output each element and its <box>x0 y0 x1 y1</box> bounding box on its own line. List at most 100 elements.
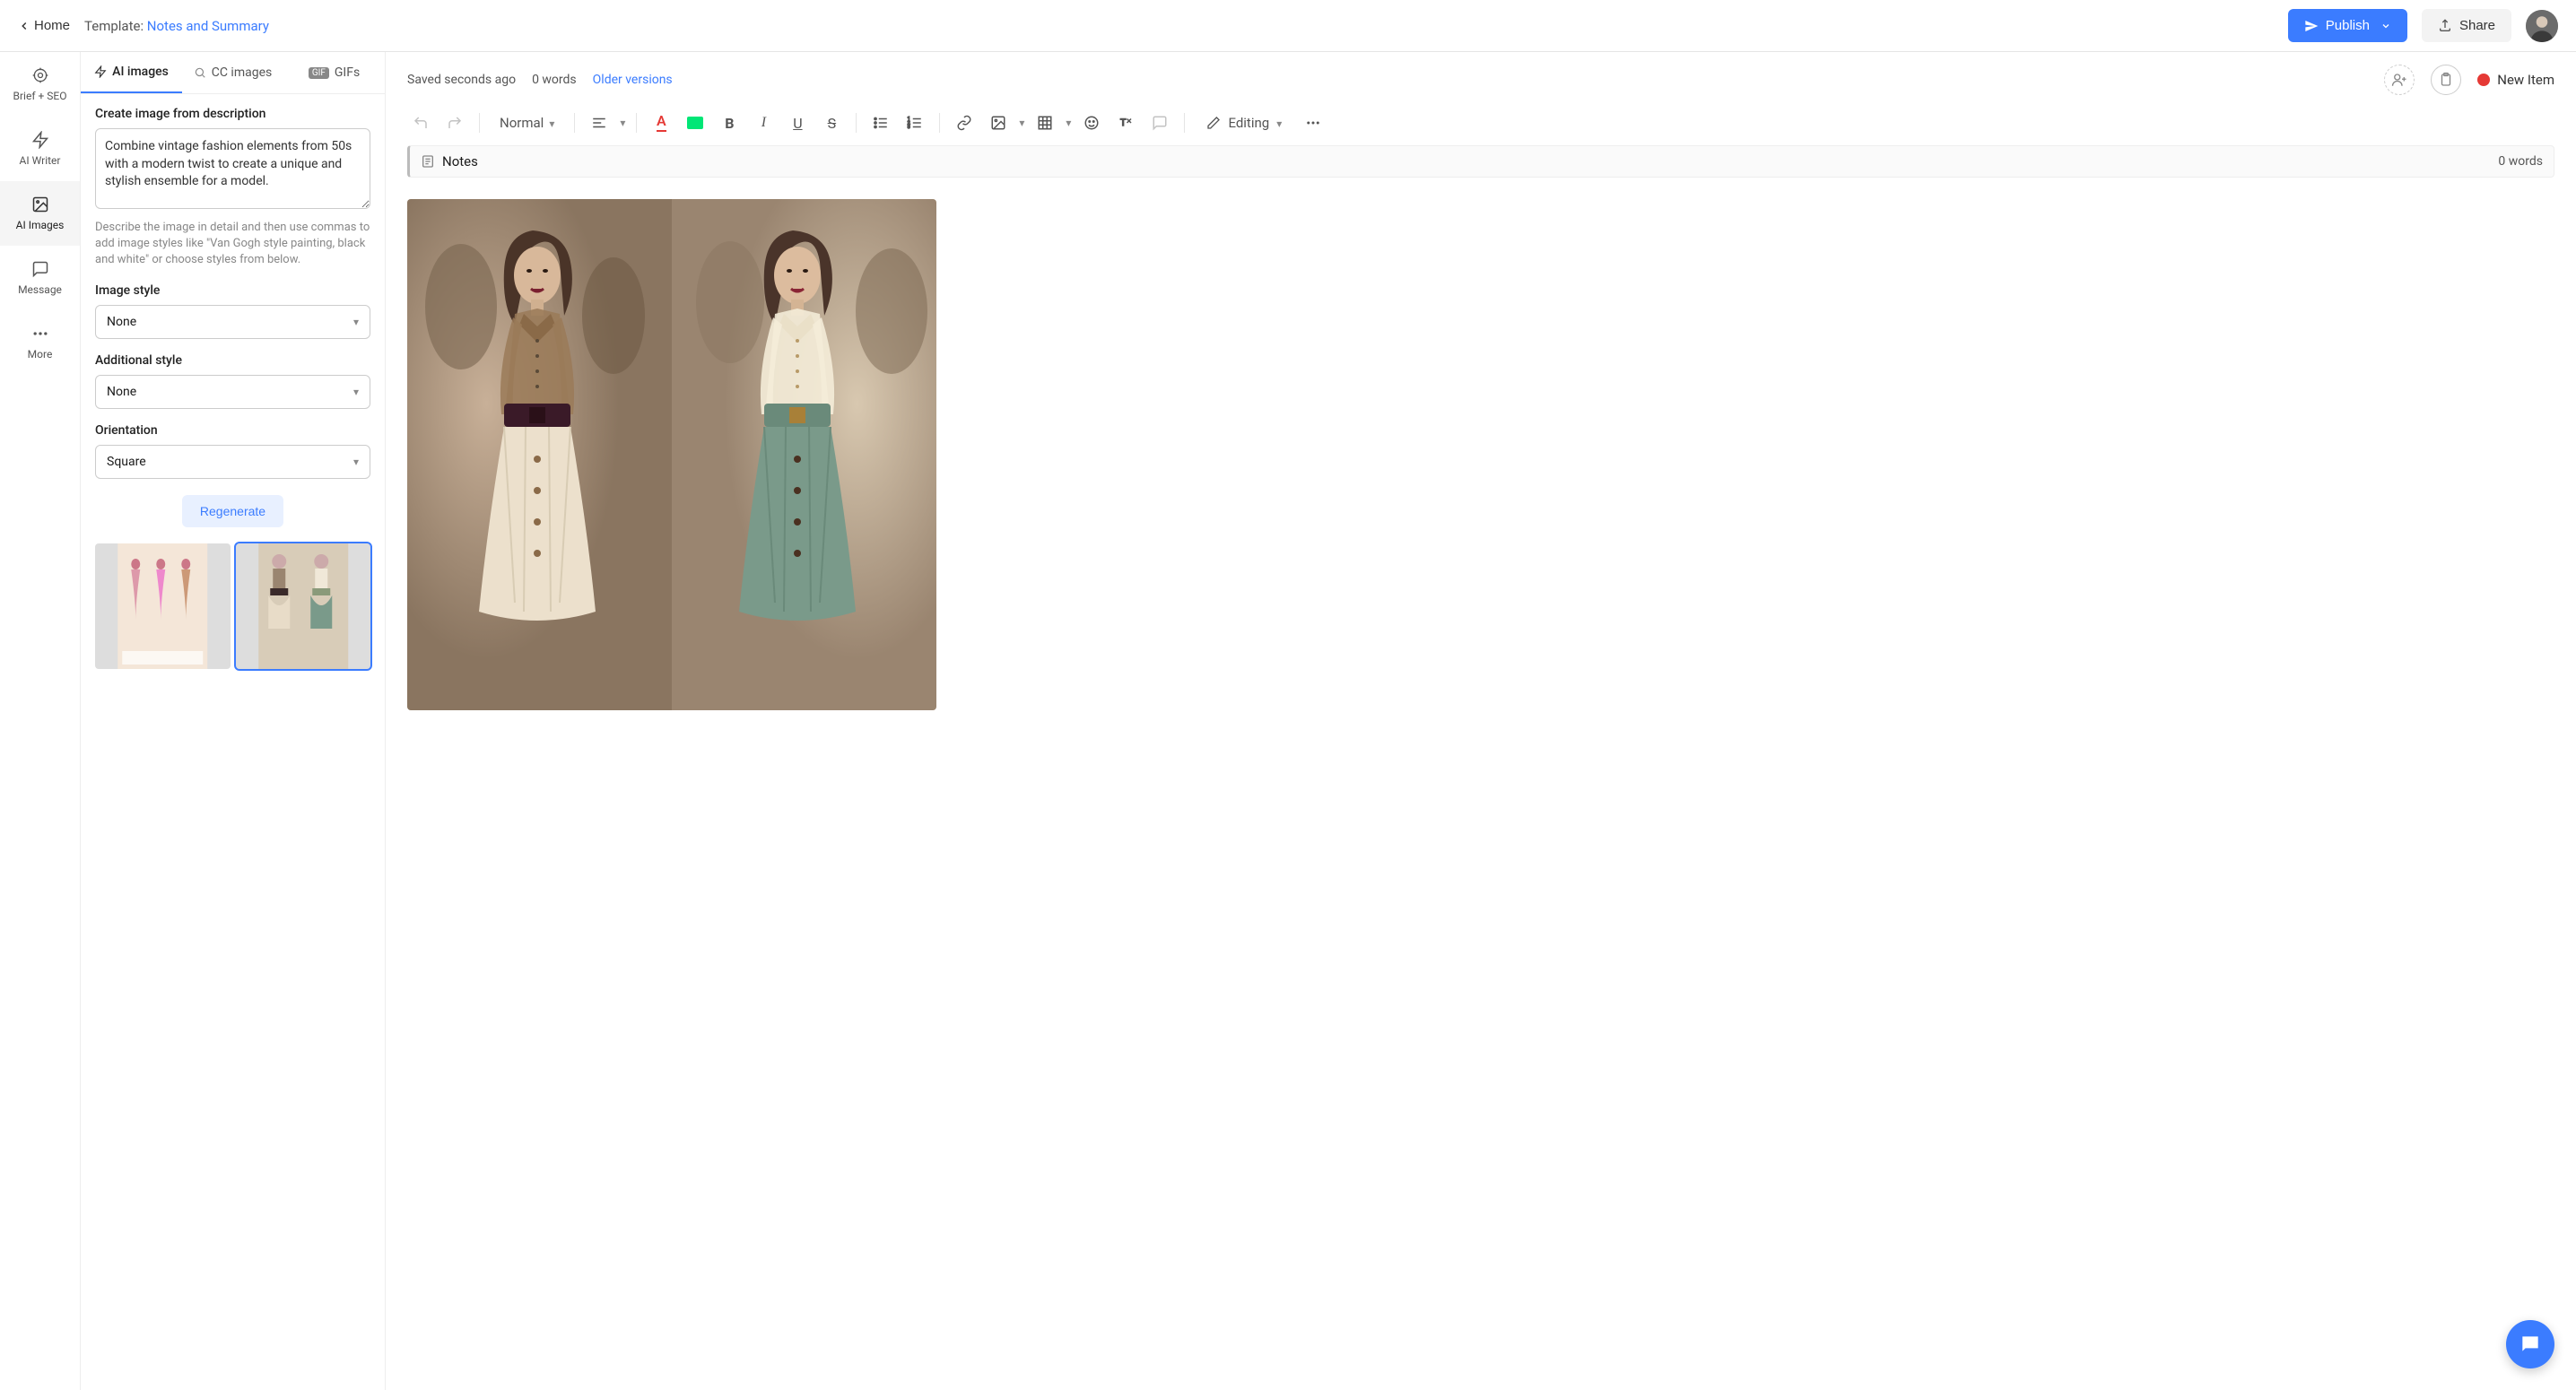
undo-button[interactable] <box>407 109 434 136</box>
svg-text:T: T <box>1120 117 1127 128</box>
align-button[interactable] <box>586 109 613 136</box>
tab-label: GIFs <box>335 65 360 80</box>
italic-button[interactable]: I <box>750 109 777 136</box>
chevron-left-icon <box>18 20 30 32</box>
orientation-select[interactable]: Square <box>95 445 370 479</box>
bold-button[interactable]: B <box>716 109 743 136</box>
insert-table-button[interactable] <box>1031 109 1058 136</box>
rail-item-message[interactable]: Message <box>0 246 80 310</box>
gif-badge-icon: GIF <box>309 67 329 79</box>
rail-label: Brief + SEO <box>13 90 67 102</box>
prompt-help-text: Describe the image in detail and then us… <box>95 220 370 269</box>
collapse-panel-button[interactable] <box>385 52 386 102</box>
older-versions-link[interactable]: Older versions <box>593 73 673 87</box>
status-dot-icon <box>2477 74 2490 86</box>
avatar[interactable] <box>2526 10 2558 42</box>
editor-content[interactable] <box>386 178 2576 1390</box>
share-button[interactable]: Share <box>2422 9 2511 42</box>
publish-label: Publish <box>2326 18 2370 33</box>
publish-button[interactable]: Publish <box>2288 9 2407 42</box>
orientation-label: Orientation <box>95 423 370 438</box>
panel-tabs: AI images CC images GIF GIFs <box>81 52 385 94</box>
main-area: Brief + SEO AI Writer AI Images Message … <box>0 52 2576 1390</box>
image-style-label: Image style <box>95 283 370 298</box>
rail-label: AI Images <box>16 219 65 231</box>
chevron-down-icon <box>2380 21 2391 31</box>
regenerate-button[interactable]: Regenerate <box>182 495 283 527</box>
insert-image-button[interactable] <box>985 109 1012 136</box>
template-name[interactable]: Notes and Summary <box>147 18 269 34</box>
home-label: Home <box>34 18 70 33</box>
chevron-down-icon <box>353 455 359 469</box>
create-image-label: Create image from description <box>95 107 370 121</box>
more-toolbar-button[interactable] <box>1300 109 1327 136</box>
image-prompt-input[interactable] <box>95 128 370 209</box>
tab-cc-images[interactable]: CC images <box>182 52 283 93</box>
redo-button[interactable] <box>441 109 468 136</box>
tab-gifs[interactable]: GIF GIFs <box>283 52 385 93</box>
tab-ai-images[interactable]: AI images <box>81 52 182 93</box>
notes-section-header[interactable]: Notes 0 words <box>407 145 2554 178</box>
chevron-down-icon[interactable] <box>620 116 625 130</box>
editor-meta-row: Saved seconds ago 0 words Older versions… <box>386 52 2576 104</box>
comment-button[interactable] <box>1146 109 1173 136</box>
additional-style-label: Additional style <box>95 353 370 368</box>
rail-item-ai-images[interactable]: AI Images <box>0 181 80 246</box>
rail-item-ai-writer[interactable]: AI Writer <box>0 117 80 181</box>
highlight-button[interactable] <box>682 109 709 136</box>
chevron-down-icon <box>353 315 359 329</box>
generated-thumbnails <box>95 543 370 669</box>
chevron-down-icon <box>353 385 359 399</box>
underline-button[interactable]: U <box>784 109 811 136</box>
status-badge[interactable]: New Item <box>2477 72 2554 88</box>
thumbnail-2[interactable] <box>236 543 371 669</box>
rail-item-more[interactable]: More <box>0 310 80 375</box>
bolt-icon <box>94 65 107 78</box>
clear-format-button[interactable]: T <box>1112 109 1139 136</box>
pencil-icon <box>1206 116 1221 130</box>
text-color-button[interactable]: A <box>648 109 674 136</box>
image-style-select[interactable]: None <box>95 305 370 339</box>
topbar: Home Template: Notes and Summary Publish… <box>0 0 2576 52</box>
add-collaborator-button[interactable] <box>2384 65 2415 95</box>
image-icon <box>31 195 49 213</box>
template-prefix: Template: <box>84 18 147 34</box>
saved-indicator: Saved seconds ago <box>407 73 516 87</box>
tab-label: AI images <box>112 65 169 79</box>
chevron-down-icon[interactable] <box>1019 116 1024 130</box>
svg-text:3: 3 <box>908 125 910 130</box>
template-indicator: Template: Notes and Summary <box>84 18 269 34</box>
rail-label: Message <box>18 283 62 296</box>
select-value: Editing <box>1228 115 1269 131</box>
notes-icon <box>421 154 435 169</box>
tab-label: CC images <box>212 65 273 80</box>
rail-item-brief-seo[interactable]: Brief + SEO <box>0 52 80 117</box>
paragraph-style-select[interactable]: Normal <box>491 111 563 135</box>
link-button[interactable] <box>951 109 978 136</box>
clipboard-button[interactable] <box>2431 65 2461 95</box>
help-chat-button[interactable] <box>2506 1320 2554 1368</box>
numbered-list-button[interactable]: 123 <box>901 109 928 136</box>
status-label: New Item <box>2497 72 2554 88</box>
bolt-icon <box>31 131 49 149</box>
chevron-down-icon[interactable] <box>1066 116 1071 130</box>
select-value: Normal <box>500 115 544 131</box>
more-icon <box>31 325 49 343</box>
chevron-down-icon <box>549 115 554 131</box>
additional-style-select[interactable]: None <box>95 375 370 409</box>
search-icon <box>194 66 206 79</box>
chevron-down-icon <box>1276 115 1282 131</box>
strikethrough-button[interactable]: S <box>818 109 845 136</box>
editing-mode-select[interactable]: Editing <box>1196 109 1292 136</box>
ai-images-panel: AI images CC images GIF GIFs Create imag… <box>81 52 386 1390</box>
select-value: None <box>107 385 136 399</box>
rail-label: More <box>28 348 53 361</box>
select-value: None <box>107 315 136 329</box>
notes-word-count: 0 words <box>2498 154 2543 169</box>
home-button[interactable]: Home <box>18 18 70 33</box>
rail-label: AI Writer <box>20 154 61 167</box>
emoji-button[interactable] <box>1078 109 1105 136</box>
inserted-image[interactable] <box>407 199 936 710</box>
thumbnail-1[interactable] <box>95 543 231 669</box>
bullet-list-button[interactable] <box>867 109 894 136</box>
